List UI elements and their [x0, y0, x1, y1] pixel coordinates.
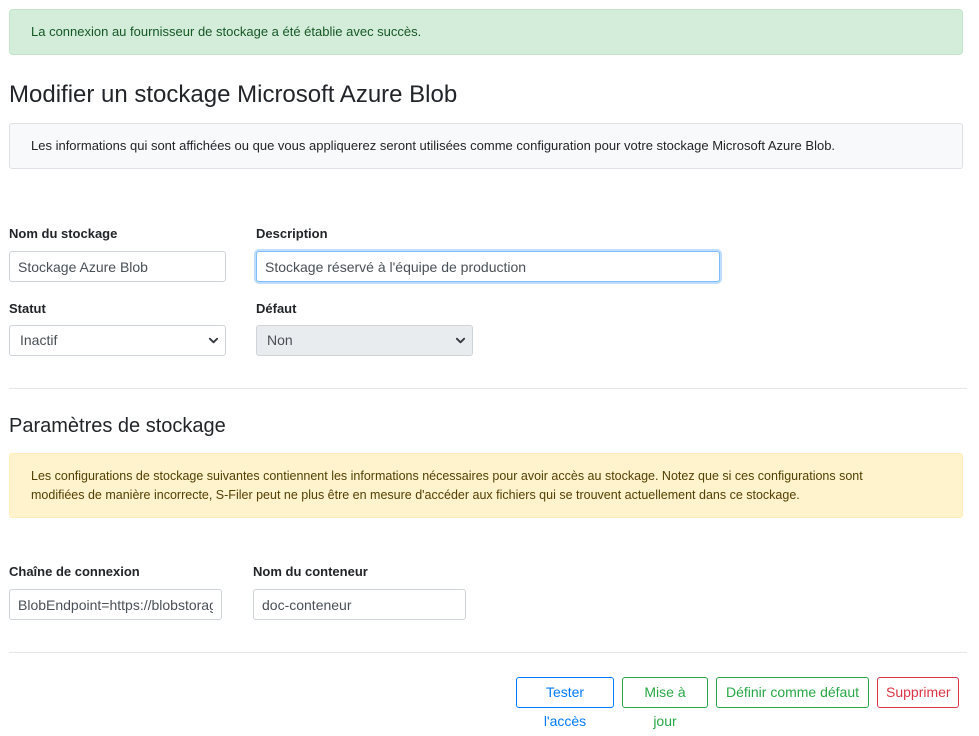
storage-name-input[interactable] — [9, 251, 226, 282]
test-access-button[interactable]: Tester l'accès — [516, 677, 614, 729]
status-selected-value: Inactif — [20, 332, 58, 348]
warning-text-line2: modifiées de manière incorrecte, S-Filer… — [31, 488, 800, 502]
set-default-button[interactable]: Définir comme défaut — [716, 677, 869, 708]
connection-string-input[interactable] — [9, 589, 222, 620]
update-button[interactable]: Mise à jour — [622, 677, 708, 729]
description-input[interactable] — [256, 251, 720, 282]
divider — [9, 388, 967, 389]
warning-text-line1: Les configurations de stockage suivantes… — [31, 469, 863, 483]
storage-params-title: Paramètres de stockage — [9, 415, 226, 437]
status-label: Statut — [9, 301, 46, 316]
success-alert-text: La connexion au fournisseur de stockage … — [31, 24, 422, 39]
default-select[interactable]: Non — [256, 325, 473, 356]
info-box: Les informations qui sont affichées ou q… — [9, 123, 963, 169]
default-label: Défaut — [256, 301, 297, 316]
success-alert: La connexion au fournisseur de stockage … — [9, 9, 963, 55]
chevron-down-icon — [208, 337, 219, 344]
storage-name-label: Nom du stockage — [9, 226, 118, 241]
status-select[interactable]: Inactif — [9, 325, 226, 356]
delete-button[interactable]: Supprimer — [877, 677, 959, 708]
divider — [9, 652, 967, 653]
container-name-input[interactable] — [253, 589, 466, 620]
container-name-label: Nom du conteneur — [253, 564, 368, 579]
chevron-down-icon — [455, 337, 466, 344]
info-text: Les informations qui sont affichées ou q… — [31, 138, 836, 153]
page-title: Modifier un stockage Microsoft Azure Blo… — [9, 81, 458, 108]
description-label: Description — [256, 226, 328, 241]
warning-alert: Les configurations de stockage suivantes… — [9, 453, 963, 518]
default-selected-value: Non — [267, 332, 293, 348]
connection-string-label: Chaîne de connexion — [9, 564, 140, 579]
